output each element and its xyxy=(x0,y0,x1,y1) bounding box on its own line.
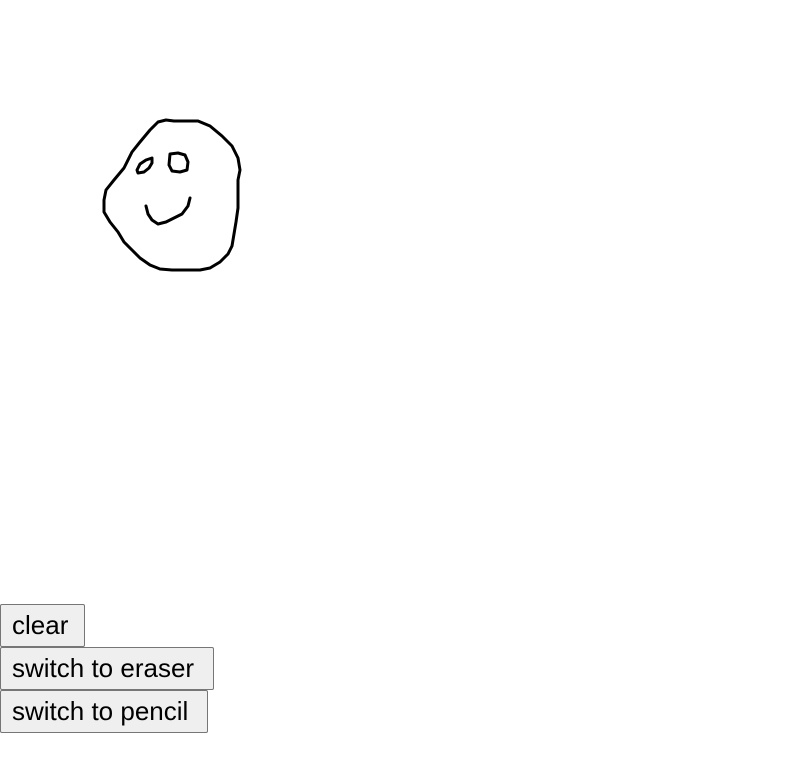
sketch-left-eye xyxy=(135,156,154,175)
switch-to-pencil-button[interactable]: switch to pencil xyxy=(0,690,208,733)
switch-to-eraser-button[interactable]: switch to eraser xyxy=(0,647,214,690)
sketch-face-outline xyxy=(102,118,242,272)
toolbar: clear switch to eraser switch to pencil xyxy=(0,604,214,733)
drawing-app: clear switch to eraser switch to pencil xyxy=(0,0,787,764)
sketch-smiley-face xyxy=(102,118,242,272)
drawing-surface[interactable] xyxy=(0,0,787,600)
clear-button[interactable]: clear xyxy=(0,604,85,647)
sketch-right-eye xyxy=(167,151,190,174)
drawing-canvas[interactable] xyxy=(0,0,787,600)
sketch-smile xyxy=(144,196,192,226)
